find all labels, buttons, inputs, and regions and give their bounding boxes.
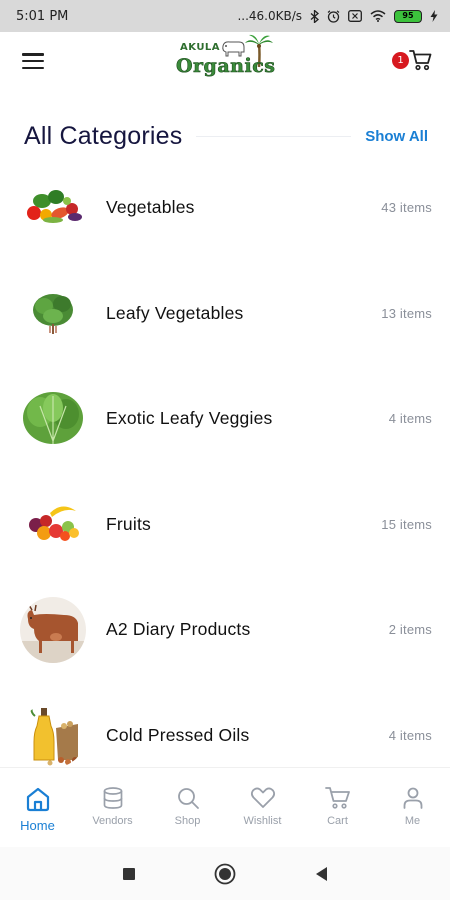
sim-icon bbox=[348, 10, 362, 22]
fruits-thumbnail bbox=[20, 491, 86, 558]
app-header: AKULA Organics 1 bbox=[0, 32, 450, 90]
nav-label: Wishlist bbox=[243, 815, 282, 827]
user-icon bbox=[403, 787, 422, 809]
search-icon bbox=[177, 788, 199, 809]
nav-label: Me bbox=[404, 815, 421, 827]
leafy-vegetables-thumbnail bbox=[20, 280, 86, 347]
battery-icon: 95 bbox=[394, 9, 422, 23]
vegetables-thumbnail bbox=[20, 174, 86, 241]
database-icon bbox=[103, 787, 122, 809]
cart-icon bbox=[324, 787, 350, 809]
category-count: 4 items bbox=[388, 727, 432, 743]
status-bar: 5:01 PM ...46.0KB/s 95 bbox=[0, 0, 450, 32]
category-count: 2 items bbox=[388, 622, 432, 638]
category-item-cold-pressed-oils[interactable]: Cold Pressed Oils 4 items bbox=[0, 683, 450, 767]
nav-cart[interactable]: Cart bbox=[300, 786, 375, 827]
nav-shop[interactable]: Shop bbox=[150, 786, 225, 827]
category-item-a2-diary-products[interactable]: A2 Diary Products 2 items bbox=[0, 577, 450, 683]
nav-label: Cart bbox=[327, 815, 348, 827]
show-all-link[interactable]: Show All bbox=[365, 128, 428, 145]
categories-section-header: All Categories Show All bbox=[0, 112, 450, 160]
menu-icon[interactable] bbox=[22, 53, 44, 69]
category-name: A2 Diary Products bbox=[106, 619, 251, 640]
nav-wishlist[interactable]: Wishlist bbox=[225, 786, 300, 827]
home-icon bbox=[26, 787, 49, 812]
battery-level: 95 bbox=[394, 9, 422, 23]
section-divider bbox=[196, 135, 352, 137]
system-navigation-bar bbox=[0, 847, 450, 900]
network-speed: ...46.0KB/s bbox=[237, 9, 302, 23]
status-time: 5:01 PM bbox=[16, 8, 69, 24]
cold-pressed-oils-thumbnail bbox=[20, 702, 86, 767]
page-title: All Categories bbox=[24, 121, 183, 150]
category-name: Vegetables bbox=[106, 197, 195, 218]
cart-count-badge: 1 bbox=[392, 52, 409, 69]
back-icon[interactable] bbox=[314, 866, 328, 882]
cart-icon bbox=[409, 50, 432, 71]
nav-label: Vendors bbox=[92, 815, 133, 827]
category-name: Fruits bbox=[106, 513, 151, 534]
header-cart-button[interactable]: 1 bbox=[392, 46, 432, 76]
wifi-icon bbox=[370, 10, 386, 22]
category-count: 4 items bbox=[388, 411, 432, 427]
category-item-leafy-vegetables[interactable]: Leafy Vegetables 13 items bbox=[0, 261, 450, 367]
category-list: Vegetables 43 items Leafy Vegetables 13 … bbox=[0, 155, 450, 767]
category-count: 43 items bbox=[381, 200, 432, 216]
logo-main-text: Organics bbox=[176, 55, 276, 78]
heart-icon bbox=[250, 787, 275, 808]
category-count: 15 items bbox=[381, 516, 432, 532]
alarm-icon bbox=[327, 9, 340, 23]
nav-label: Shop bbox=[174, 815, 201, 827]
exotic-leafy-veggies-thumbnail bbox=[20, 385, 86, 452]
nav-me[interactable]: Me bbox=[375, 786, 450, 827]
category-item-fruits[interactable]: Fruits 15 items bbox=[0, 472, 450, 578]
category-count: 13 items bbox=[381, 305, 432, 321]
recents-icon[interactable] bbox=[122, 867, 136, 881]
category-item-exotic-leafy-veggies[interactable]: Exotic Leafy Veggies 4 items bbox=[0, 366, 450, 472]
charging-icon bbox=[430, 10, 438, 22]
bottom-navigation: Home Vendors Shop Wishlist Cart Me bbox=[0, 767, 450, 847]
home-circle-icon[interactable] bbox=[214, 863, 236, 885]
bluetooth-icon bbox=[310, 9, 319, 23]
category-name: Cold Pressed Oils bbox=[106, 724, 250, 745]
category-name: Exotic Leafy Veggies bbox=[106, 408, 273, 429]
category-item-vegetables[interactable]: Vegetables 43 items bbox=[0, 155, 450, 261]
nav-home[interactable]: Home bbox=[0, 786, 75, 833]
nav-vendors[interactable]: Vendors bbox=[75, 786, 150, 827]
category-name: Leafy Vegetables bbox=[106, 302, 244, 323]
status-icons: ...46.0KB/s 95 bbox=[237, 9, 438, 23]
nav-label: Home bbox=[20, 818, 55, 833]
brand-logo: AKULA Organics bbox=[176, 34, 276, 88]
logo-top-text: AKULA bbox=[180, 42, 221, 53]
a2-diary-products-thumbnail bbox=[20, 596, 86, 663]
